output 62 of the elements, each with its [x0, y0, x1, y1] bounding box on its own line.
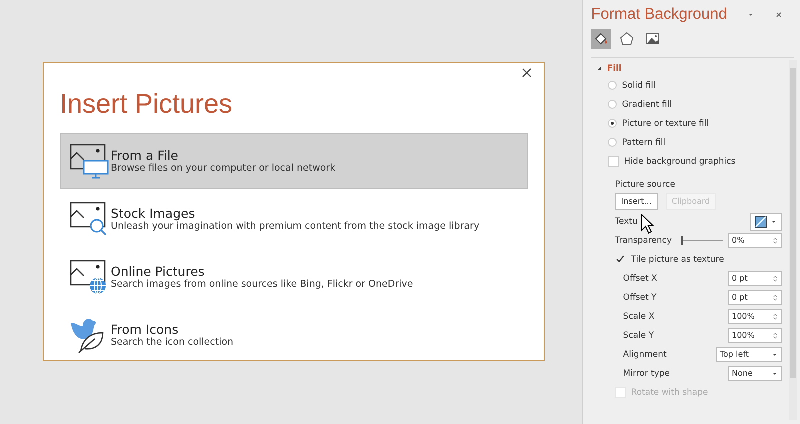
paint-bucket-tab[interactable] — [591, 29, 612, 49]
dropdown-field[interactable]: Top left — [716, 347, 782, 362]
close-icon[interactable] — [522, 68, 532, 78]
spin-arrows-icon[interactable] — [773, 330, 778, 340]
option-title: From a File — [111, 148, 178, 163]
collapse-triangle-icon — [597, 66, 602, 71]
setting-label: Scale Y — [623, 330, 654, 340]
spin-arrows-icon[interactable] — [773, 236, 778, 246]
close-icon[interactable] — [775, 11, 784, 19]
picture-magnifier-icon — [69, 201, 109, 237]
caret-icon — [772, 352, 778, 358]
transparency-field[interactable]: 0% — [728, 233, 782, 248]
setting-label: Alignment — [623, 350, 667, 360]
fill-radio-option[interactable]: Picture or texture fill — [608, 114, 710, 133]
spinner-field[interactable]: 0 pt — [728, 290, 782, 305]
checkmark-icon — [616, 255, 626, 264]
option-description: Browse files on your computer or local network — [111, 163, 336, 174]
option-title: Stock Images — [111, 206, 196, 221]
dialog-title: Insert Pictures — [60, 89, 233, 120]
setting-label: Scale X — [623, 312, 655, 322]
image-icon — [645, 31, 662, 47]
spin-arrows-icon[interactable] — [773, 312, 778, 322]
mouse-pointer-icon — [641, 214, 656, 235]
option-title: From Icons — [111, 322, 179, 337]
option-description: Search images from online sources like Bing, Flickr or OneDrive — [111, 279, 414, 290]
fill-section-header[interactable]: Fill — [597, 61, 622, 76]
setting-label: Mirror type — [623, 368, 670, 378]
fill-radio-option[interactable]: Solid fill — [608, 76, 656, 95]
texture-swatch-icon — [755, 216, 767, 228]
scrollbar[interactable] — [789, 60, 797, 420]
tile-checkbox[interactable]: Tile picture as texture — [615, 250, 724, 269]
caret-icon — [771, 218, 777, 224]
spinner-field[interactable]: 100% — [728, 328, 782, 343]
fill-radio-option[interactable]: Pattern fill — [608, 133, 666, 152]
insert-button[interactable]: Insert... — [615, 192, 658, 210]
spin-arrows-icon[interactable] — [773, 292, 778, 302]
texture-label: Textu — [615, 216, 638, 226]
source-option[interactable]: From Icons Search the icon collection — [60, 307, 528, 363]
option-description: Unleash your imagination with premium content from the stock image library — [111, 221, 480, 232]
dropdown-field[interactable]: None — [728, 366, 782, 381]
spinner-field[interactable]: 100% — [728, 309, 782, 324]
source-option[interactable]: Online Pictures Search images from online sources like Bing, Flickr or OneDrive — [60, 249, 528, 305]
source-option[interactable]: Stock Images Unleash your imagination with premium content from the stock image library — [60, 191, 528, 247]
dropdown-caret-icon[interactable] — [747, 11, 756, 19]
source-option[interactable]: From a File Browse files on your computer or local network — [60, 133, 528, 189]
fill-radio-option[interactable]: Gradient fill — [608, 95, 672, 114]
transparency-label: Transparency — [615, 236, 672, 246]
pane-title: Format Background — [591, 6, 728, 24]
option-title: Online Pictures — [111, 264, 205, 279]
picture-globe-icon — [69, 259, 109, 295]
option-description: Search the icon collection — [111, 337, 234, 348]
texture-picker[interactable] — [750, 212, 782, 230]
setting-label: Offset Y — [623, 292, 657, 302]
pentagon-icon — [619, 31, 636, 47]
hide-background-checkbox[interactable]: Hide background graphics — [608, 152, 736, 171]
setting-label: Offset X — [623, 274, 658, 284]
picture-monitor-icon — [69, 143, 109, 179]
caret-icon — [772, 370, 778, 376]
paint-bucket-icon — [593, 31, 610, 47]
spin-arrows-icon[interactable] — [773, 274, 778, 284]
spinner-field[interactable]: 0 pt — [728, 271, 782, 286]
picture-source-label: Picture source — [615, 179, 676, 190]
